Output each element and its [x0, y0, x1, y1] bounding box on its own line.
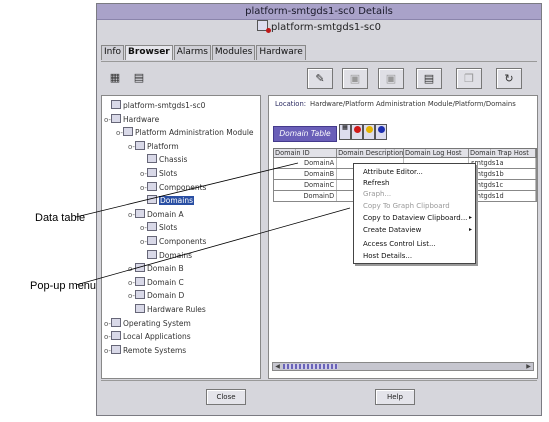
callout-lines — [75, 162, 351, 286]
callout-line-popup-menu — [75, 207, 351, 286]
callout-line-data-table — [75, 162, 299, 218]
